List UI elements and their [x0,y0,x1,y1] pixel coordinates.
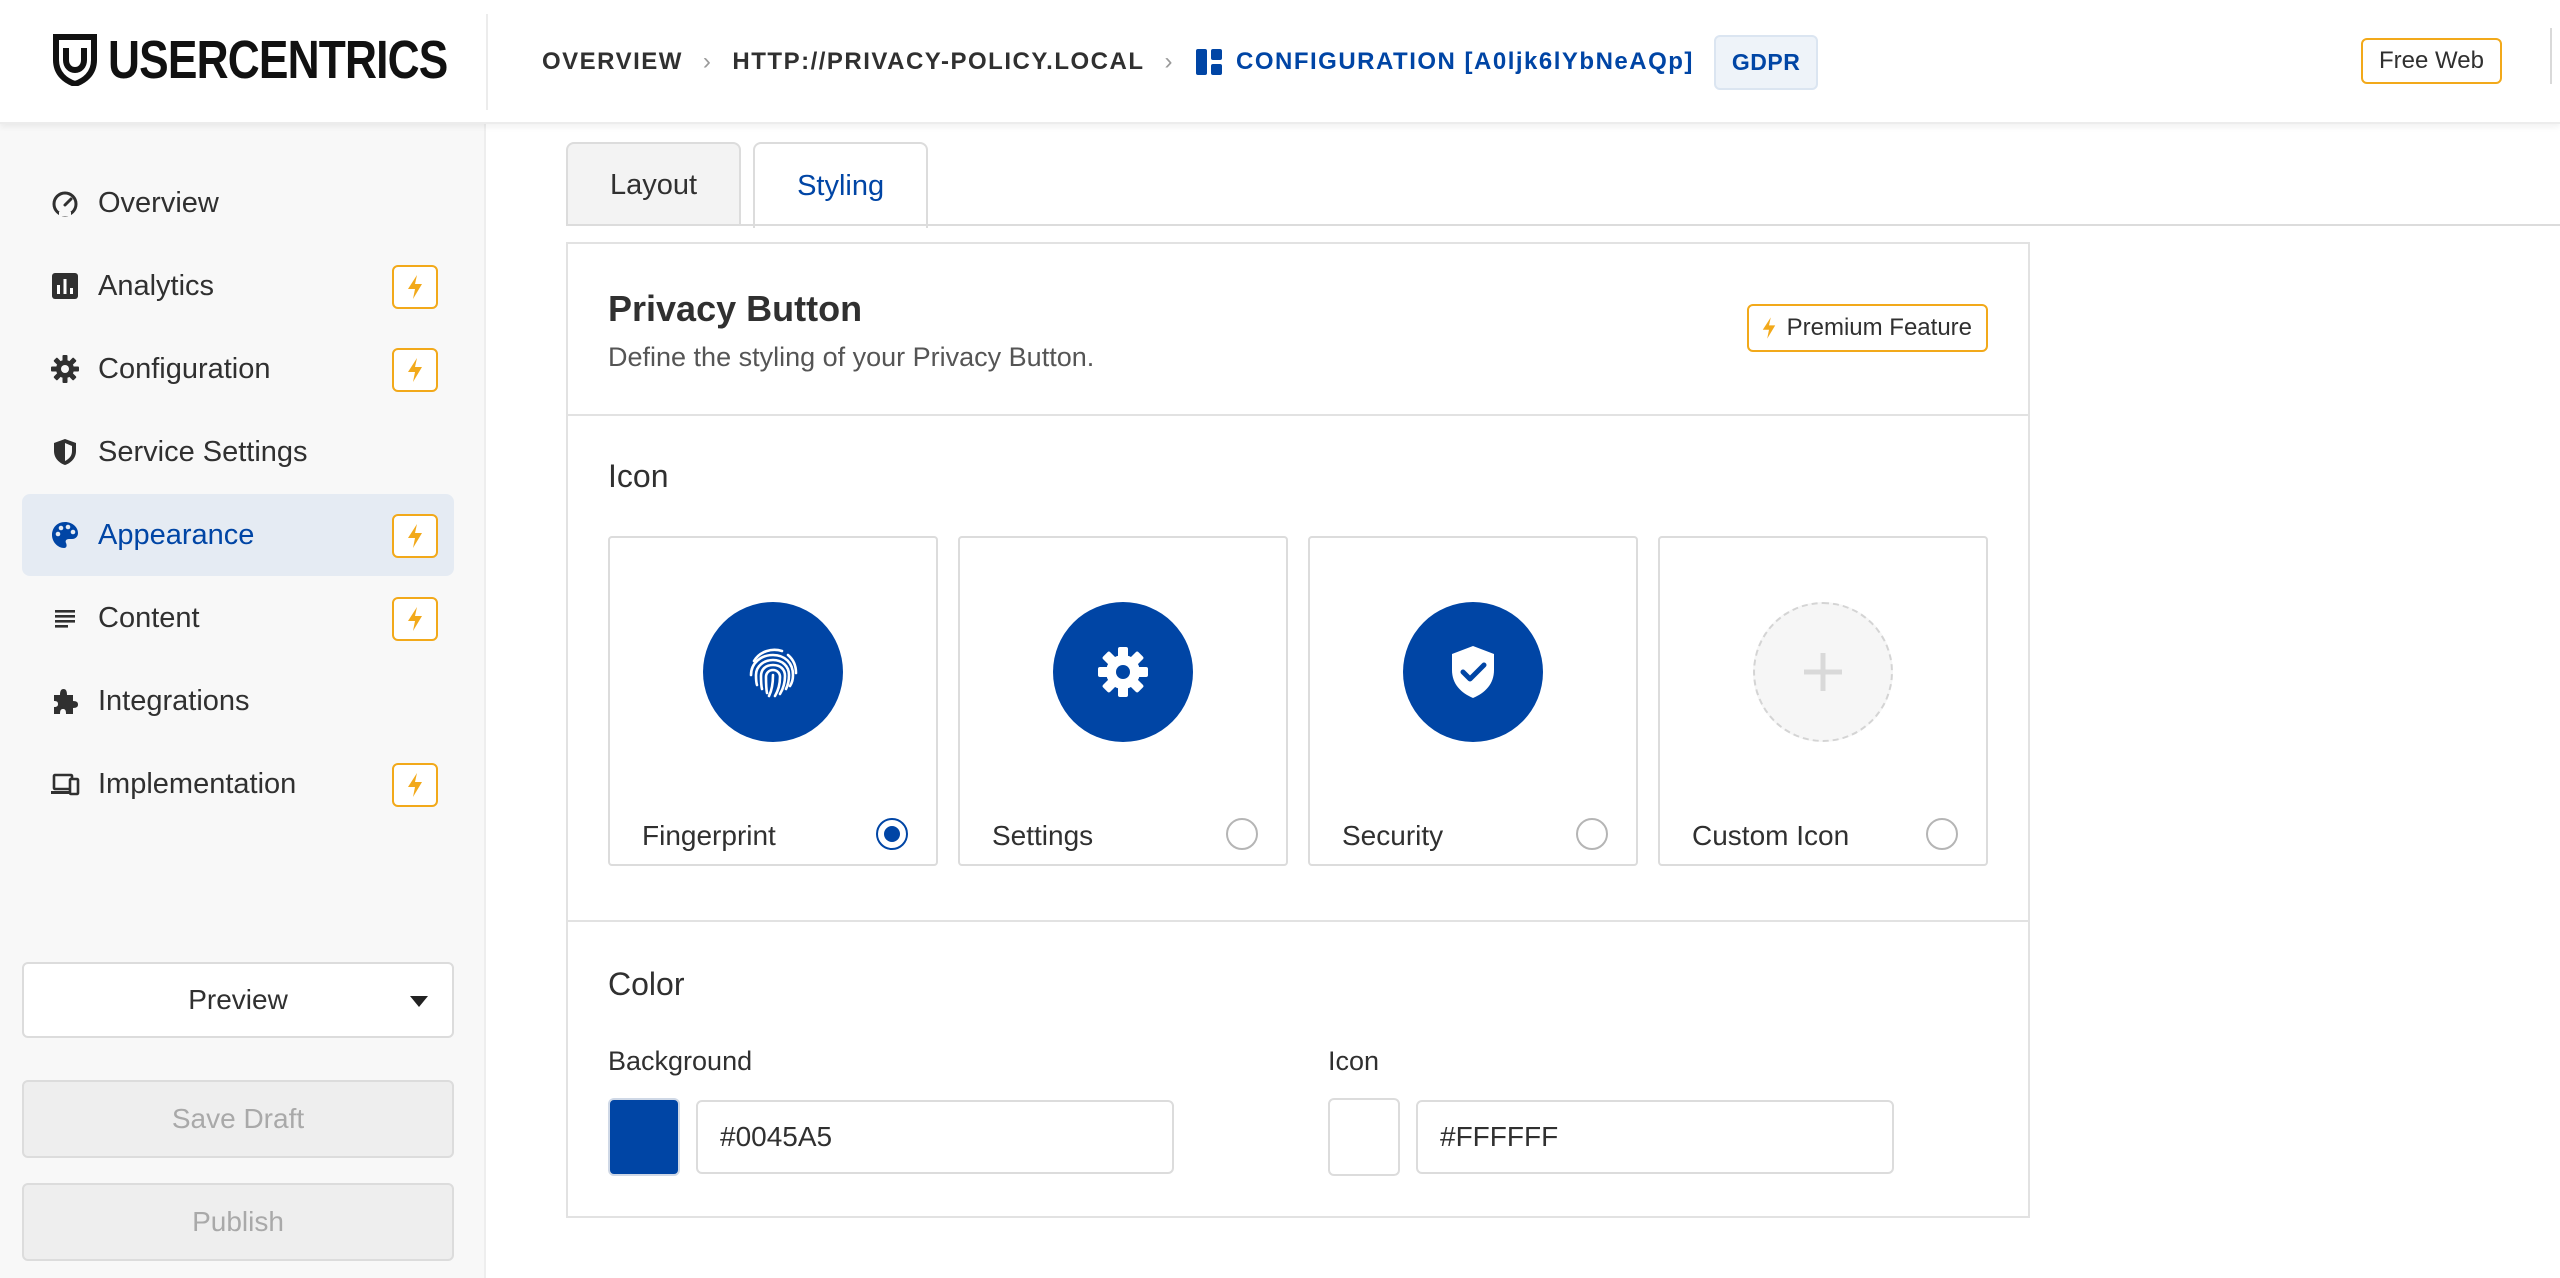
premium-bolt-icon [392,763,438,807]
breadcrumb: OVERVIEW › HTTP://PRIVACY-POLICY.LOCAL ›… [542,34,1819,90]
sidebar-item-label: Overview [98,186,219,219]
sidebar-item-label: Appearance [98,518,255,551]
icon-color-swatch[interactable] [1328,1098,1400,1176]
chevron-right-icon: › [1164,48,1174,75]
tab-styling[interactable]: Styling [753,142,929,228]
sidebar-item-label: Content [98,601,200,634]
privacy-button-card: Privacy Button Define the styling of you… [566,242,2030,1218]
icon-option-label: Security [1342,820,1444,851]
logo-shield-icon [53,34,97,86]
icon-radio-security[interactable] [1576,818,1608,850]
dashboard-icon [1196,49,1222,75]
icon-section-title: Icon [608,458,669,494]
shield-icon [50,437,80,467]
gear-icon [50,354,80,384]
premium-bolt-icon [1762,317,1775,339]
sidebar-item-label: Integrations [98,684,250,717]
text-lines-icon [50,603,80,633]
icon-option-security[interactable]: Security [1308,536,1638,866]
sidebar-item-appearance[interactable]: Appearance [22,494,454,576]
devices-icon [50,769,80,799]
background-color-swatch[interactable] [608,1098,680,1176]
premium-feature-label: Premium Feature [1786,314,1972,341]
premium-bolt-icon [392,514,438,558]
icon-radio-settings[interactable] [1226,818,1258,850]
card-subtitle: Define the styling of your Privacy Butto… [608,342,1095,372]
logo-wordmark: USERCENTRICS [108,30,448,90]
preview-label: Preview [188,984,288,1015]
sidebar: Overview Analytics Configuration Service… [0,124,486,1278]
gear-icon [1053,602,1193,742]
sidebar-item-content[interactable]: Content [22,577,454,659]
styling-tabs: Layout Styling [566,142,929,228]
premium-bolt-icon [392,348,438,392]
legal-framework-badge: GDPR [1713,34,1819,90]
sidebar-item-service-settings[interactable]: Service Settings [22,411,454,493]
sidebar-item-label: Implementation [98,767,297,800]
breadcrumb-configuration-label: CONFIGURATION [A0ljk6lYbNeAQp] [1236,48,1694,75]
sidebar-item-label: Service Settings [98,435,308,468]
color-section: Color Background #0045A5 Icon #FFFFFF [568,924,2028,1218]
icon-section: Icon Fingerprint Settings Security Custo… [568,416,2028,922]
premium-bolt-icon [392,265,438,309]
sidebar-item-configuration[interactable]: Configuration [22,328,454,410]
icon-option-custom[interactable]: Custom Icon [1658,536,1988,866]
icon-radio-fingerprint[interactable] [876,818,908,850]
icon-option-fingerprint[interactable]: Fingerprint [608,536,938,866]
speedometer-icon [50,188,80,218]
sidebar-item-label: Analytics [98,269,215,302]
icon-color-label: Icon [1328,1046,1380,1076]
icon-option-label: Fingerprint [642,820,776,851]
plus-icon [1753,602,1893,742]
plan-badge[interactable]: Free Web [2361,38,2502,84]
sidebar-item-integrations[interactable]: Integrations [22,660,454,742]
sidebar-item-analytics[interactable]: Analytics [22,245,454,327]
premium-feature-badge[interactable]: Premium Feature [1746,304,1988,352]
palette-icon [50,520,80,550]
icon-option-label: Custom Icon [1692,820,1850,851]
breadcrumb-domain[interactable]: HTTP://PRIVACY-POLICY.LOCAL [732,48,1144,76]
topbar-divider [486,14,488,110]
bar-chart-icon [50,271,80,301]
save-draft-button[interactable]: Save Draft [22,1080,454,1158]
publish-button[interactable]: Publish [22,1183,454,1261]
card-header: Privacy Button Define the styling of you… [568,244,2028,416]
preview-dropdown-button[interactable]: Preview [22,962,454,1038]
background-color-label: Background [608,1046,753,1076]
puzzle-icon [50,686,80,716]
icon-options: Fingerprint Settings Security Custom Ico… [608,536,1988,866]
icon-option-settings[interactable]: Settings [958,536,1288,866]
sidebar-item-overview[interactable]: Overview [22,162,454,244]
sidebar-item-label: Configuration [98,352,271,385]
icon-radio-custom[interactable] [1926,818,1958,850]
icon-color-input[interactable]: #FFFFFF [1416,1100,1894,1174]
tab-layout[interactable]: Layout [566,142,742,226]
color-section-title: Color [608,966,685,1002]
sidebar-nav: Overview Analytics Configuration Service… [22,162,454,826]
fingerprint-icon [703,602,843,742]
top-bar: USERCENTRICS OVERVIEW › HTTP://PRIVACY-P… [0,0,2560,124]
caret-down-icon [410,996,428,1007]
sidebar-item-implementation[interactable]: Implementation [22,743,454,825]
tabs-divider [566,224,2560,226]
chevron-right-icon: › [702,48,713,75]
icon-option-label: Settings [992,820,1094,851]
background-color-input[interactable]: #0045A5 [696,1100,1174,1174]
card-title: Privacy Button [608,288,863,329]
shield-check-icon [1403,602,1543,742]
premium-bolt-icon [392,597,438,641]
breadcrumb-overview[interactable]: OVERVIEW [542,48,683,76]
usercentrics-logo[interactable]: USERCENTRICS [52,30,522,90]
topbar-edge-divider [2550,28,2552,84]
breadcrumb-configuration[interactable]: CONFIGURATION [A0ljk6lYbNeAQp] [1194,47,1694,77]
